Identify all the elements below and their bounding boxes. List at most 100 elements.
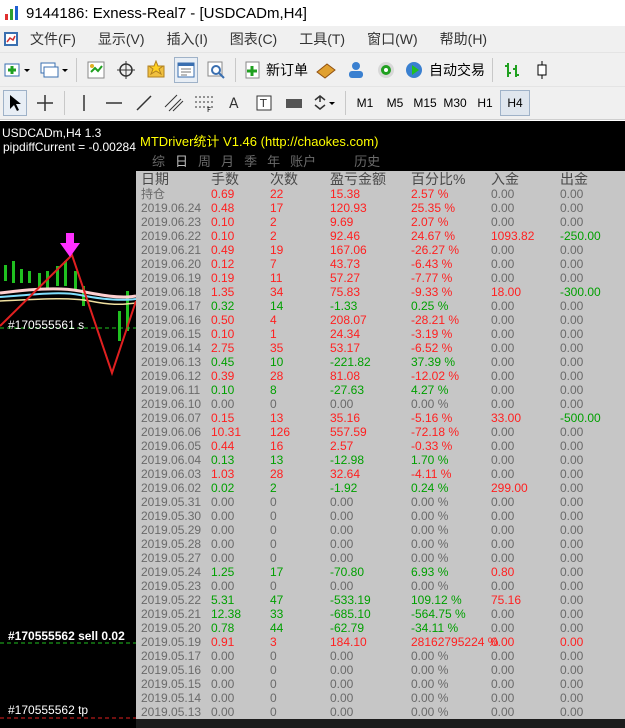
cell-profit: 167.06 (330, 243, 367, 257)
terminal-button[interactable] (174, 56, 198, 83)
channel-button[interactable] (162, 90, 186, 116)
candlestick-button[interactable] (530, 57, 554, 83)
cell-deposit: 0.00 (491, 523, 515, 537)
cell-count: 14 (270, 299, 284, 313)
tab-history[interactable]: 历史 (354, 151, 380, 170)
cell-percent: 1.70 % (411, 453, 449, 467)
cell-withdrawal: 0.00 (560, 201, 584, 215)
cell-percent: 0.00 % (411, 691, 449, 705)
menu-charts[interactable]: 图表(C) (230, 29, 277, 49)
text-label-button[interactable]: T (252, 90, 276, 116)
cell-count: 0 (270, 579, 277, 593)
cell-lots: 0.00 (211, 509, 235, 523)
drawing-toolbar: F A T M1 M5 M15 M30 H1 H4 (0, 86, 625, 120)
new-chart-button[interactable] (3, 57, 33, 83)
metaeditor-icon (316, 62, 336, 79)
menu-bar: 文件(F) 显示(V) 插入(I) 图表(C) 工具(T) 窗口(W) 帮助(H… (0, 26, 625, 52)
timeframe-m15[interactable]: M15 (410, 90, 440, 116)
tab-quarter[interactable]: 季 (244, 151, 257, 170)
timeframe-m1[interactable]: M1 (350, 90, 380, 116)
cell-count: 22 (270, 187, 284, 201)
cell-lots: 0.48 (211, 201, 235, 215)
cell-lots: 0.10 (211, 229, 235, 243)
mtdriver-stats-panel: MTDriver统计 V1.46 (http://chaokes.com) 综 … (136, 121, 625, 728)
menu-file[interactable]: 文件(F) (30, 29, 76, 49)
timeframe-m5[interactable]: M5 (380, 90, 410, 116)
cell-count: 0 (270, 691, 277, 705)
menu-help[interactable]: 帮助(H) (440, 29, 487, 49)
tab-account[interactable]: 账户 (290, 151, 316, 170)
menu-insert[interactable]: 插入(I) (167, 29, 208, 49)
cell-profit: -70.80 (330, 565, 365, 579)
text-button[interactable]: A (222, 90, 246, 116)
vertical-line-button[interactable] (72, 90, 96, 116)
cursor-button[interactable] (3, 90, 27, 116)
cell-date: 2019.05.17 (141, 649, 202, 663)
cell-profit: 9.69 (330, 215, 354, 229)
horizontal-line-button[interactable] (102, 90, 126, 116)
cell-lots: 0.10 (211, 383, 235, 397)
cell-withdrawal: 0.00 (560, 341, 584, 355)
table-header-row: 日期 手数 次数 盈亏金额 百分比% 入金 出金 (136, 171, 625, 187)
alerts-button[interactable] (344, 57, 368, 83)
fibonacci-button[interactable]: F (192, 90, 216, 116)
cell-date: 2019.05.24 (141, 565, 202, 579)
navigator-button[interactable] (144, 57, 168, 83)
tab-year[interactable]: 年 (267, 151, 280, 170)
trendline-button[interactable] (132, 90, 156, 116)
cell-count: 0 (270, 397, 277, 411)
cell-profit: -685.10 (330, 607, 371, 621)
cell-percent: -5.16 % (411, 411, 453, 425)
timeframe-m30[interactable]: M30 (440, 90, 470, 116)
menu-tools[interactable]: 工具(T) (299, 29, 345, 49)
tab-week[interactable]: 周 (198, 151, 211, 170)
cell-date: 2019.06.17 (141, 299, 202, 313)
profiles-button[interactable] (39, 57, 69, 83)
cell-withdrawal: 0.00 (560, 649, 584, 663)
table-row: 2019.06.19 0.19 11 57.27 -7.77 % 0.00 0.00 (136, 271, 625, 285)
tab-day[interactable]: 日 (175, 151, 188, 170)
cell-date: 2019.05.27 (141, 551, 202, 565)
cell-percent: -0.33 % (411, 439, 453, 453)
text-label-icon: T (256, 95, 272, 111)
cell-withdrawal: 0.00 (560, 691, 584, 705)
tab-summary[interactable]: 综 (152, 151, 165, 170)
cell-profit: -533.19 (330, 593, 371, 607)
bar-chart-button[interactable] (500, 57, 524, 83)
new-order-button[interactable]: 新订单 (243, 57, 308, 83)
rectangle-button[interactable] (282, 90, 306, 116)
arrows-dropdown-button[interactable] (312, 90, 338, 116)
timeframe-h1[interactable]: H1 (470, 90, 500, 116)
cell-deposit: 0.00 (491, 425, 515, 439)
cell-withdrawal: 0.00 (560, 593, 584, 607)
timeframe-h4[interactable]: H4 (500, 90, 530, 116)
auto-trading-button[interactable]: 自动交易 (404, 57, 485, 83)
strategy-tester-button[interactable] (204, 57, 228, 83)
mt4-app-icon (5, 6, 18, 20)
signals-button[interactable] (374, 57, 398, 83)
crosshair-data-button[interactable] (114, 57, 138, 83)
metaeditor-button[interactable] (314, 57, 338, 83)
price-chart[interactable]: USDCADm,H4 1.3 pipdiffCurrent = -0.00284… (0, 121, 136, 728)
cell-withdrawal: -250.00 (560, 229, 601, 243)
tab-month[interactable]: 月 (221, 151, 234, 170)
cell-lots: 5.31 (211, 593, 235, 607)
menu-window[interactable]: 窗口(W) (367, 29, 418, 49)
chart-window-icon[interactable] (2, 30, 20, 48)
cell-profit: 0.00 (330, 677, 354, 691)
cell-withdrawal: 0.00 (560, 215, 584, 229)
menu-view[interactable]: 显示(V) (98, 29, 145, 49)
crosshair-icon (37, 95, 53, 111)
cell-profit: 32.64 (330, 467, 361, 481)
cell-deposit: 1093.82 (491, 229, 535, 243)
cell-count: 126 (270, 425, 291, 439)
column-header-lots: 手数 (211, 171, 239, 187)
cell-count: 2 (270, 215, 277, 229)
cell-profit: -27.63 (330, 383, 365, 397)
cell-count: 0 (270, 537, 277, 551)
cell-deposit: 0.00 (491, 243, 515, 257)
market-watch-button[interactable] (84, 57, 108, 83)
crosshair-button[interactable] (33, 90, 57, 116)
arrows-icon (314, 95, 335, 110)
cell-deposit: 0.00 (491, 313, 515, 327)
